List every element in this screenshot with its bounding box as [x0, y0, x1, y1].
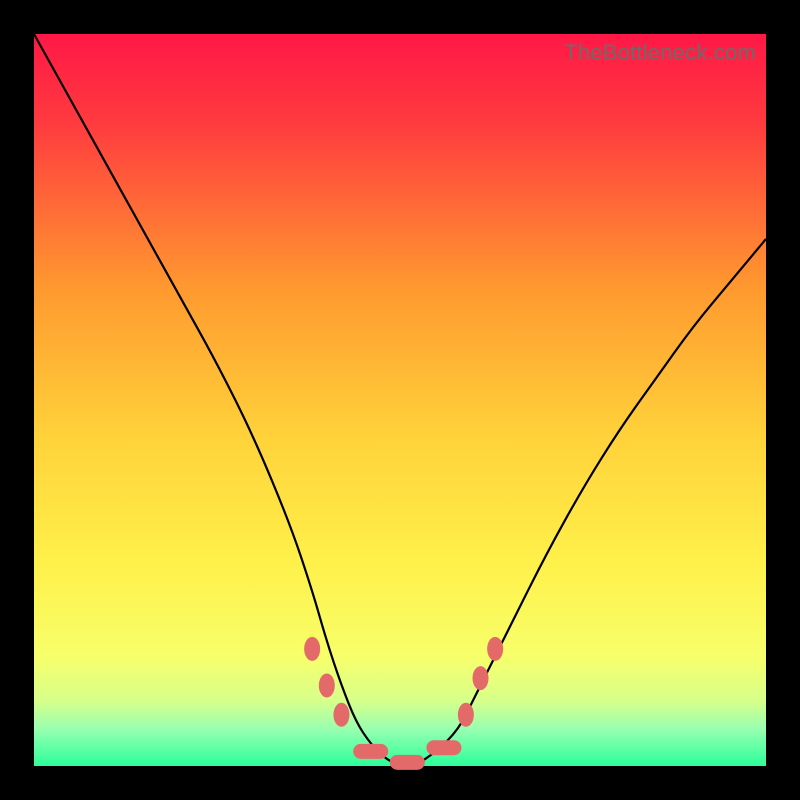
marker-pill: [390, 755, 424, 769]
curve-layer: [34, 34, 766, 766]
bottleneck-curve: [34, 34, 766, 766]
marker-pill: [427, 741, 461, 755]
marker-oval: [473, 666, 489, 690]
marker-oval: [487, 637, 503, 661]
chart-frame: TheBottleneck.com: [0, 0, 800, 800]
marker-oval: [319, 673, 335, 697]
marker-oval: [458, 703, 474, 727]
bottleneck-markers: [304, 637, 503, 769]
marker-oval: [333, 703, 349, 727]
marker-oval: [304, 637, 320, 661]
plot-area: TheBottleneck.com: [34, 34, 766, 766]
marker-pill: [354, 744, 388, 758]
